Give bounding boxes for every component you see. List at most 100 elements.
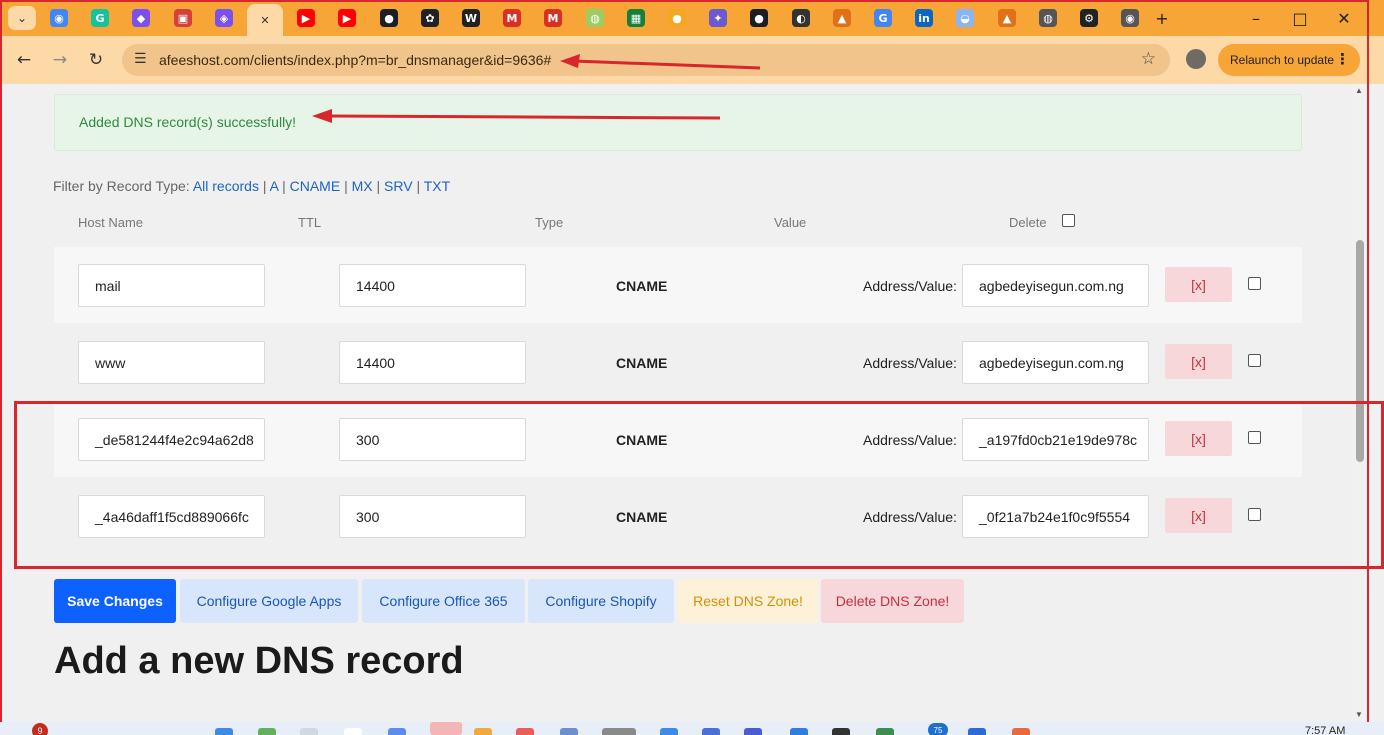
- taskbar-app-icon[interactable]: [258, 728, 276, 735]
- filter-a[interactable]: A: [270, 178, 279, 194]
- host-name-input[interactable]: www: [78, 341, 265, 384]
- delete-dns-zone-button[interactable]: Delete DNS Zone!: [821, 579, 964, 623]
- forward-button[interactable]: →: [48, 48, 72, 72]
- browser-tab[interactable]: ▶: [293, 5, 319, 31]
- active-tab[interactable]: ✕: [247, 4, 283, 36]
- configure-office-365-button[interactable]: Configure Office 365: [362, 579, 525, 623]
- new-tab-button[interactable]: +: [1142, 6, 1182, 30]
- star-icon[interactable]: ☆: [1141, 49, 1156, 69]
- taskbar-app-icon[interactable]: [474, 728, 492, 735]
- taskbar-app-icon[interactable]: [744, 728, 762, 735]
- browser-tab[interactable]: ●: [376, 5, 402, 31]
- browser-tab[interactable]: W: [458, 5, 484, 31]
- browser-tab[interactable]: M: [540, 5, 566, 31]
- delete-row-button[interactable]: [x]: [1165, 267, 1232, 302]
- browser-tab[interactable]: in: [911, 5, 937, 31]
- filter-srv[interactable]: SRV: [384, 178, 413, 194]
- address-value-label: Address/Value:: [863, 355, 957, 371]
- taskbar-app-icon[interactable]: [560, 728, 578, 735]
- filter-separator: |: [344, 178, 348, 194]
- browser-tab[interactable]: ◆: [128, 5, 154, 31]
- reload-button[interactable]: ↻: [84, 48, 108, 72]
- chrome-icon: ◉: [1121, 9, 1139, 27]
- configure-shopify-button[interactable]: Configure Shopify: [528, 579, 674, 623]
- taskbar-app-icon[interactable]: [968, 728, 986, 735]
- header-value: Value: [774, 215, 807, 230]
- browser-tab[interactable]: ◍: [582, 5, 608, 31]
- filter-separator: |: [376, 178, 381, 194]
- row-delete-checkbox[interactable]: [1248, 277, 1261, 290]
- browser-tab[interactable]: ▲: [829, 5, 855, 31]
- browser-tab[interactable]: ⚙: [1076, 5, 1102, 31]
- taskbar-app-icon[interactable]: [790, 728, 808, 735]
- value-input[interactable]: agbedeyisegun.com.ng: [962, 264, 1149, 307]
- ttl-input[interactable]: 14400: [339, 264, 526, 307]
- taskbar-app-icon[interactable]: [300, 728, 318, 735]
- browser-tab[interactable]: G: [87, 5, 113, 31]
- filter-txt[interactable]: TXT: [424, 178, 450, 194]
- browser-tab[interactable]: ◍: [1035, 5, 1061, 31]
- taskbar-app-icon[interactable]: [876, 728, 894, 735]
- openai-icon: ✿: [421, 9, 439, 27]
- notification-badge: 9: [32, 723, 48, 735]
- minimize-button[interactable]: –: [1236, 6, 1276, 30]
- url-annotation-arrow: [560, 54, 761, 70]
- browser-tab[interactable]: ▣: [170, 5, 196, 31]
- taskbar-app-icon[interactable]: [516, 728, 534, 735]
- taskbar-app-icon[interactable]: [660, 728, 678, 735]
- filter-all-records[interactable]: All records: [193, 178, 259, 194]
- scroll-down-icon[interactable]: ▼: [1355, 710, 1363, 719]
- app-icon-red: ▣: [174, 9, 192, 27]
- ttl-input[interactable]: 14400: [339, 341, 526, 384]
- windows-start-icon[interactable]: [215, 728, 233, 735]
- scroll-up-icon[interactable]: ▲: [1355, 86, 1363, 95]
- browser-tab[interactable]: G: [870, 5, 896, 31]
- relaunch-button[interactable]: Relaunch to update ⋮: [1218, 44, 1360, 76]
- select-all-checkbox[interactable]: [1062, 214, 1075, 227]
- host-name-input[interactable]: mail: [78, 264, 265, 307]
- taskbar-app-icon[interactable]: [832, 728, 850, 735]
- browser-tab[interactable]: ▶: [334, 5, 360, 31]
- maximize-icon: □: [1292, 8, 1308, 28]
- browser-tab[interactable]: ◈: [211, 5, 237, 31]
- reset-dns-zone-button[interactable]: Reset DNS Zone!: [678, 579, 818, 623]
- close-window-button[interactable]: ✕: [1324, 6, 1364, 30]
- browser-tab[interactable]: ●: [664, 5, 690, 31]
- filter-cname[interactable]: CNAME: [290, 178, 341, 194]
- tab-search-button[interactable]: ⌄: [8, 6, 36, 30]
- configure-google-apps-button[interactable]: Configure Google Apps: [180, 579, 358, 623]
- browser-tab[interactable]: ✿: [417, 5, 443, 31]
- save-changes-button[interactable]: Save Changes: [54, 579, 176, 623]
- browser-tab[interactable]: ◉: [1117, 5, 1143, 31]
- browser-tab[interactable]: ✦: [705, 5, 731, 31]
- chrome-icon: ◉: [50, 9, 68, 27]
- filter-mx[interactable]: MX: [352, 178, 373, 194]
- taskbar-app-icon[interactable]: [1012, 728, 1030, 735]
- browser-tab[interactable]: ▦: [623, 5, 649, 31]
- profile-avatar[interactable]: [1186, 49, 1206, 69]
- row-delete-checkbox[interactable]: [1248, 354, 1261, 367]
- app-icon-dark: ◐: [792, 9, 810, 27]
- taskbar-app-icon[interactable]: [344, 728, 362, 735]
- taskbar-app-icon[interactable]: [602, 728, 636, 735]
- browser-tab[interactable]: ●: [746, 5, 772, 31]
- taskbar-app-icon[interactable]: [702, 728, 720, 735]
- browser-tab[interactable]: ◉: [46, 5, 72, 31]
- maximize-button[interactable]: □: [1280, 6, 1320, 30]
- browser-tab[interactable]: ▲: [994, 5, 1020, 31]
- value-input[interactable]: agbedeyisegun.com.ng: [962, 341, 1149, 384]
- taskbar-app-icon[interactable]: [430, 722, 462, 735]
- browser-tab[interactable]: ◒: [952, 5, 978, 31]
- url-text[interactable]: afeeshost.com/clients/index.php?m=br_dns…: [159, 52, 551, 68]
- delete-row-button[interactable]: [x]: [1165, 344, 1232, 379]
- more-vert-icon[interactable]: ⋮: [1335, 50, 1350, 68]
- taskbar-clock: 7:57 AM: [1305, 725, 1346, 735]
- linkedin-icon: in: [915, 9, 933, 27]
- globe-icon: ◍: [1039, 9, 1057, 27]
- taskbar-app-icon[interactable]: [388, 728, 406, 735]
- close-icon[interactable]: ✕: [256, 11, 274, 29]
- site-info-icon[interactable]: ☰: [134, 51, 147, 67]
- back-button[interactable]: ←: [12, 48, 36, 72]
- browser-tab[interactable]: M: [499, 5, 525, 31]
- browser-tab[interactable]: ◐: [788, 5, 814, 31]
